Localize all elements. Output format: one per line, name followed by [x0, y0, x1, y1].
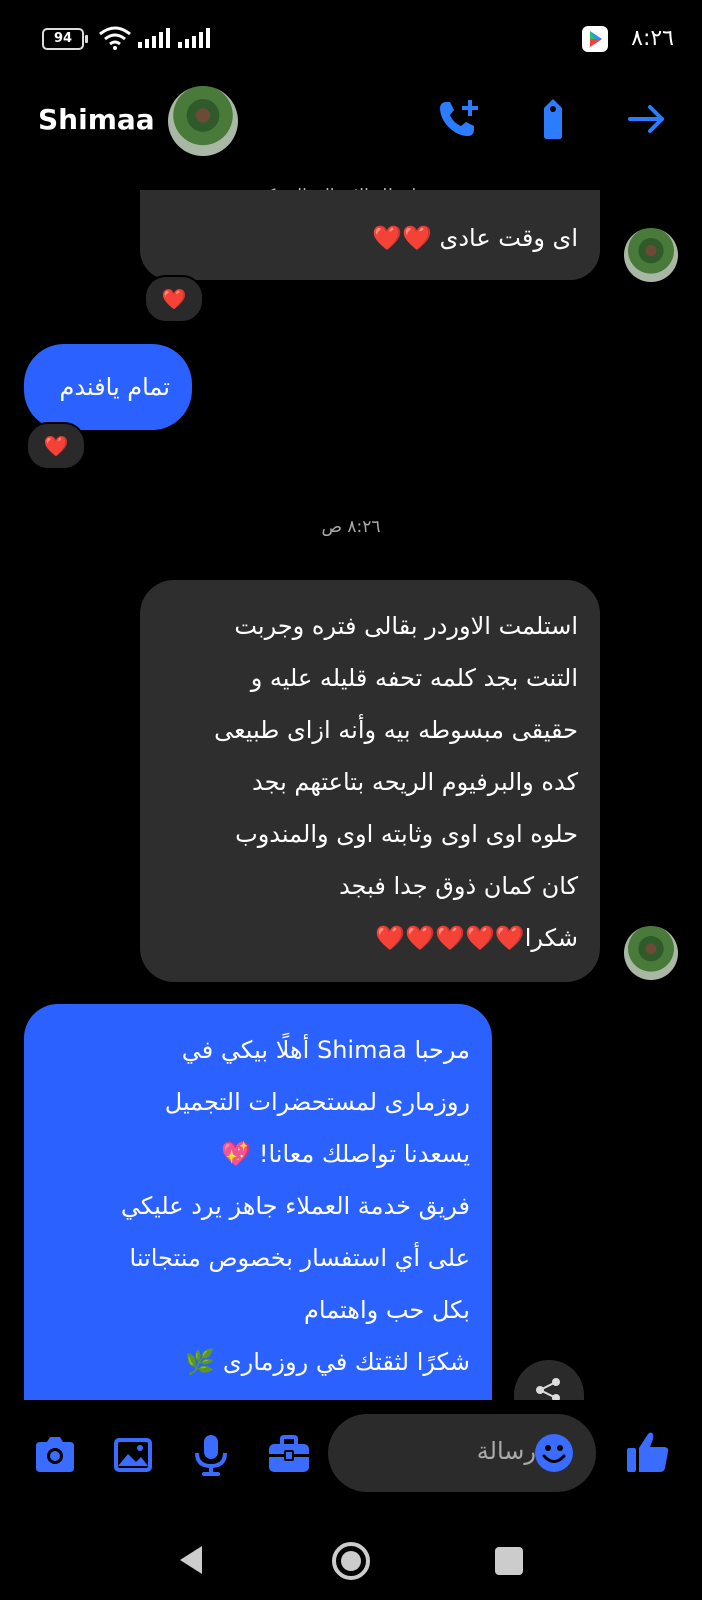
battery-indicator: 94: [42, 28, 88, 50]
message-line: حقيقى مبسوطه بيه وأنه ازاى طبيعى: [214, 716, 578, 744]
message-line: تمام يافندم: [59, 373, 170, 401]
message-line: شكرًا لثقتك في روزمارى 🌿: [185, 1348, 470, 1376]
message-line: حلوه اوى اوى وثابته اوى والمندوب: [235, 820, 578, 848]
message-line: استلمت الاوردر بقالى فتره وجربت: [234, 612, 578, 640]
contact-avatar[interactable]: [168, 86, 238, 156]
signal-icon-2: [178, 28, 210, 48]
message-timestamp: ٨:٢٦ ص: [321, 517, 381, 537]
share-icon: [536, 1378, 560, 1400]
recents-nav-icon[interactable]: [494, 1546, 524, 1576]
message-line: كده والبرفيوم الريحه بتاعتهم بجد: [251, 768, 578, 796]
message-line: روزمارى لمستحضرات التجميل: [164, 1088, 470, 1116]
message-placeholder: رسالة: [476, 1437, 536, 1465]
message-line: التنت بجد كلمه تحفه قليله عليه و: [250, 664, 578, 692]
share-button[interactable]: [514, 1360, 584, 1400]
status-time: ٨:٢٦: [631, 26, 674, 51]
message-line: على أي استفسار بخصوص منتجاتنا: [129, 1244, 471, 1272]
reaction-badge[interactable]: ❤️: [144, 275, 204, 323]
sender-avatar: [624, 228, 678, 282]
outgoing-message[interactable]: تمام يافندم: [24, 344, 192, 430]
wifi-icon: [99, 26, 131, 50]
heart-reaction: ❤️: [43, 434, 69, 458]
incoming-message[interactable]: اى وقت عادى ❤️❤️: [140, 190, 600, 280]
outgoing-message[interactable]: مرحبا Shimaa أهلًا بيكي في روزمارى لمستح…: [24, 1004, 492, 1400]
reaction-badge[interactable]: ❤️: [26, 422, 86, 470]
status-bar: 94 ٨:٢٦: [0, 0, 702, 80]
home-nav-icon[interactable]: [330, 1540, 372, 1582]
contact-name[interactable]: Shimaa: [38, 103, 155, 136]
incoming-message[interactable]: استلمت الاوردر بقالى فتره وجربت التنت بج…: [140, 580, 600, 982]
briefcase-icon[interactable]: [266, 1432, 312, 1478]
message-input[interactable]: رسالة: [328, 1414, 596, 1492]
forward-arrow-icon[interactable]: [624, 96, 670, 142]
add-call-icon[interactable]: [436, 96, 482, 142]
message-line: بكل حب واهتمام: [304, 1296, 470, 1324]
signal-icon-1: [138, 28, 170, 48]
thumbs-up-icon[interactable]: [624, 1428, 672, 1476]
message-line: مرحبا Shimaa أهلًا بيكي في: [181, 1036, 470, 1064]
microphone-icon[interactable]: [188, 1432, 234, 1478]
message-line: كان كمان ذوق جدا فبجد: [339, 872, 578, 900]
sender-avatar: [624, 926, 678, 980]
camera-icon[interactable]: [32, 1432, 78, 1478]
heart-reaction: ❤️: [161, 287, 187, 311]
tag-icon[interactable]: [530, 96, 576, 142]
message-line: فريق خدمة العملاء جاهز يرد عليكي: [120, 1192, 470, 1220]
message-line: اى وقت عادى ❤️❤️: [372, 224, 578, 252]
emoji-icon[interactable]: [534, 1433, 574, 1473]
message-line: يسعدنا تواصلك معانا! 💖: [221, 1140, 470, 1168]
system-nav-bar: [0, 1500, 702, 1600]
message-line: شكرا❤️❤️❤️❤️❤️: [375, 924, 578, 952]
gallery-icon[interactable]: [110, 1432, 156, 1478]
back-nav-icon[interactable]: [176, 1544, 206, 1576]
play-store-icon: [582, 26, 608, 52]
